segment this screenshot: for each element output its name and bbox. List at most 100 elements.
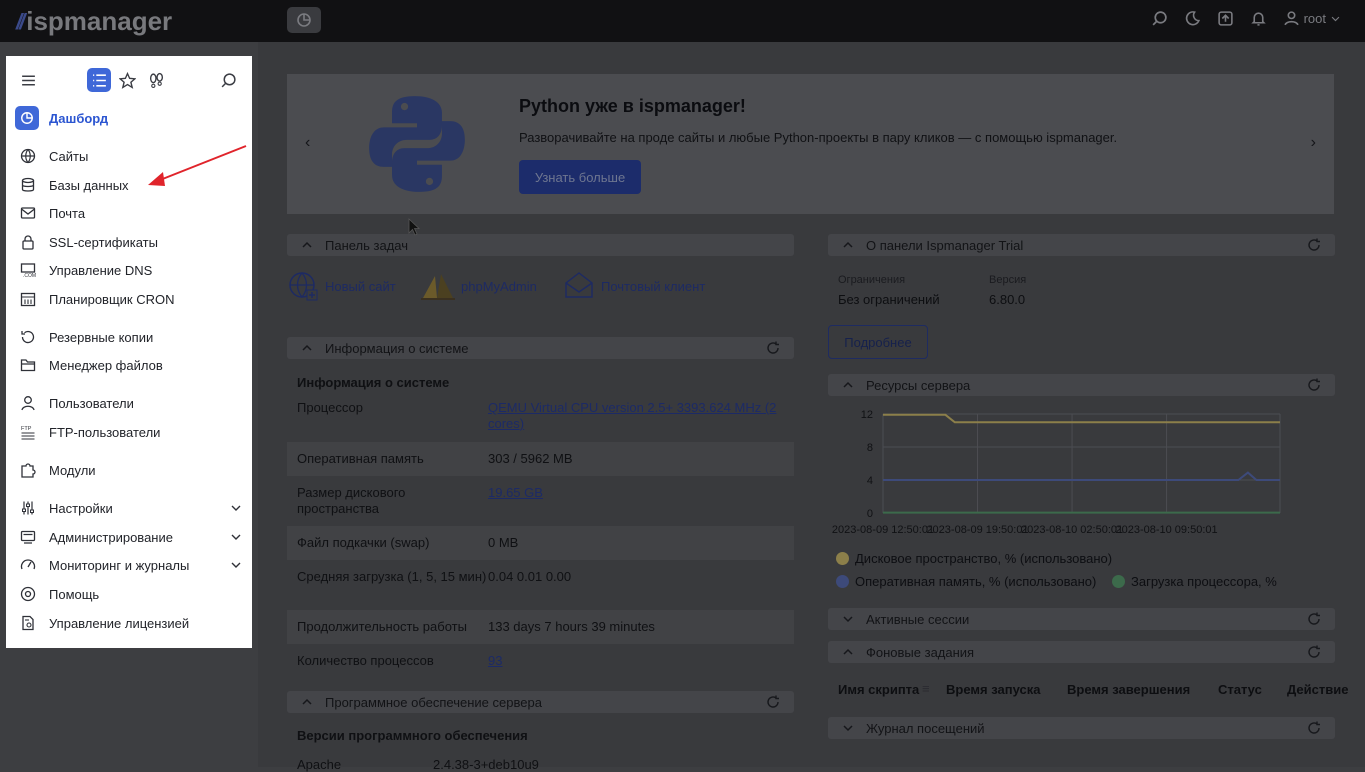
sidebar-item-sites[interactable]: Сайты <box>20 148 242 164</box>
mail-icon <box>20 207 36 219</box>
visits-panel-header[interactable]: Журнал посещений <box>828 717 1335 739</box>
details-button[interactable]: Подробнее <box>828 325 928 359</box>
logo[interactable]: //ispmanager <box>16 6 172 37</box>
sidebar-item-label: Мониторинг и журналы <box>49 557 190 573</box>
cpu-link[interactable]: QEMU Virtual CPU version 2.5+ 3393.624 M… <box>488 400 784 432</box>
sidebar-item-monitoring[interactable]: Мониторинг и журналы <box>20 557 242 573</box>
chevron-down-icon <box>231 534 241 540</box>
sidebar-item-mail[interactable]: Почта <box>20 205 242 221</box>
banner-next-icon[interactable]: › <box>1311 134 1316 152</box>
chevron-down-icon <box>231 562 241 568</box>
sidebar-item-ssl[interactable]: SSL-сертификаты <box>20 234 242 250</box>
column-header[interactable]: Статус <box>1218 682 1262 697</box>
svg-text:FTP: FTP <box>21 426 32 432</box>
refresh-icon[interactable] <box>1307 612 1321 626</box>
refresh-icon[interactable] <box>766 341 780 355</box>
top-bar: //ispmanager root <box>0 0 1365 42</box>
row-value: 0 MB <box>488 535 519 550</box>
learn-more-button[interactable]: Узнать больше <box>519 160 641 194</box>
column-header[interactable]: Время запуска <box>946 682 1040 697</box>
theme-toggle-icon[interactable] <box>1184 10 1201 27</box>
sidebar-item-dashboard[interactable]: Дашборд <box>15 106 108 130</box>
refresh-icon[interactable] <box>766 695 780 709</box>
sidebar-item-databases[interactable]: Базы данных <box>20 177 242 193</box>
sidebar-item-label: Настройки <box>49 500 113 516</box>
chevron-up-icon <box>843 381 853 388</box>
dashboard-toggle-button[interactable] <box>287 7 321 33</box>
legend-item: Загрузка процессора, % <box>1112 574 1277 589</box>
quick-link-phpmyadmin[interactable]: phpMyAdmin <box>421 270 537 302</box>
y-tick-label: 8 <box>867 442 873 454</box>
sidebar-item-label: Базы данных <box>49 177 129 193</box>
sidebar-item-modules[interactable]: Модули <box>20 462 242 478</box>
upload-icon[interactable] <box>1217 10 1234 27</box>
sysinfo-panel-header[interactable]: Информация о системе <box>287 337 794 359</box>
bell-icon[interactable] <box>1250 10 1267 27</box>
row-value: 0.04 0.01 0.00 <box>488 569 572 584</box>
process-count-link[interactable]: 93 <box>488 653 784 669</box>
list-view-icon[interactable] <box>87 68 111 92</box>
sidebar-item-license[interactable]: Управление лицензией <box>20 615 242 631</box>
chevron-down-icon <box>843 616 853 623</box>
sidebar-item-label: Управление DNS <box>49 262 153 278</box>
sessions-panel-header[interactable]: Активные сессии <box>828 608 1335 630</box>
banner-prev-icon[interactable]: ‹ <box>305 134 310 152</box>
sidebar-item-ftp-users[interactable]: FTP FTP-пользователи <box>20 424 242 440</box>
chevron-up-icon <box>302 344 312 351</box>
sidebar-item-dns[interactable]: .COM Управление DNS <box>20 262 242 278</box>
sidebar-item-backups[interactable]: Резервные копии <box>20 329 242 345</box>
refresh-icon[interactable] <box>1307 645 1321 659</box>
menu-icon[interactable] <box>16 68 40 92</box>
quick-link-label: Новый сайт <box>325 278 396 294</box>
y-tick-label: 12 <box>861 409 873 421</box>
svg-text:.COM: .COM <box>23 273 36 278</box>
quick-link-mail-client[interactable]: Почтовый клиент <box>563 270 705 302</box>
column-header[interactable]: Имя скрипта <box>838 682 919 697</box>
chevron-up-icon <box>843 648 853 655</box>
software-panel-header[interactable]: Программное обеспечение сервера <box>287 691 794 713</box>
search-icon[interactable] <box>1151 10 1168 27</box>
server-icon <box>20 530 36 544</box>
sidebar-item-settings[interactable]: Настройки <box>20 500 242 516</box>
new-site-icon <box>289 272 318 301</box>
sort-icon[interactable]: ≡ <box>922 681 930 696</box>
disk-size-link[interactable]: 19.65 GB <box>488 485 784 501</box>
refresh-icon[interactable] <box>1307 378 1321 392</box>
user-menu[interactable]: root <box>1283 10 1341 27</box>
row-label: Оперативная память <box>297 451 424 466</box>
sidebar-item-administration[interactable]: Администрирование <box>20 529 242 545</box>
row-value: 133 days 7 hours 39 minutes <box>488 619 655 634</box>
table-row: Количество процессов 93 <box>287 644 794 678</box>
sidebar: Дашборд Сайты Базы данных Почта SSL-серт… <box>6 56 252 648</box>
refresh-icon[interactable] <box>1307 238 1321 252</box>
search-icon[interactable] <box>216 68 240 92</box>
database-icon <box>21 177 35 192</box>
sidebar-item-cron[interactable]: Планировщик CRON <box>20 291 242 307</box>
chevron-down-icon <box>1331 16 1340 22</box>
column-header[interactable]: Действие <box>1287 682 1348 697</box>
refresh-icon[interactable] <box>1307 721 1321 735</box>
taskbar-title: Панель задач <box>325 237 409 253</box>
sidebar-item-users[interactable]: Пользователи <box>20 395 242 411</box>
about-panel-header[interactable]: О панели Ispmanager Trial <box>828 234 1335 256</box>
y-tick-label: 4 <box>867 475 873 487</box>
sysinfo-heading: Информация о системе <box>297 375 450 390</box>
user-icon <box>21 396 35 411</box>
bgtasks-panel-header[interactable]: Фоновые задания <box>828 641 1335 663</box>
x-tick-label: 2023-08-09 12:50:01 <box>832 524 934 536</box>
chevron-up-icon <box>302 241 312 248</box>
quick-link-new-site[interactable]: Новый сайт <box>287 270 396 302</box>
about-panel-title: О панели Ispmanager Trial <box>866 237 1024 253</box>
taskbar-panel-header[interactable]: Панель задач <box>287 234 794 256</box>
column-header[interactable]: Время завершения <box>1067 682 1190 697</box>
sidebar-item-help[interactable]: Помощь <box>20 586 242 602</box>
series-line <box>883 471 1280 481</box>
steps-icon[interactable] <box>144 68 168 92</box>
ftp-icon: FTP <box>21 426 35 440</box>
favorites-star-icon[interactable] <box>115 68 139 92</box>
legend-label: Дисковое пространство, % (использовано) <box>855 551 1113 566</box>
resources-panel-header[interactable]: Ресурсы сервера <box>828 374 1335 396</box>
legend-label: Оперативная память, % (использовано) <box>855 574 1097 589</box>
sidebar-item-label: Резервные копии <box>49 329 154 345</box>
sidebar-item-file-manager[interactable]: Менеджер файлов <box>20 357 242 373</box>
